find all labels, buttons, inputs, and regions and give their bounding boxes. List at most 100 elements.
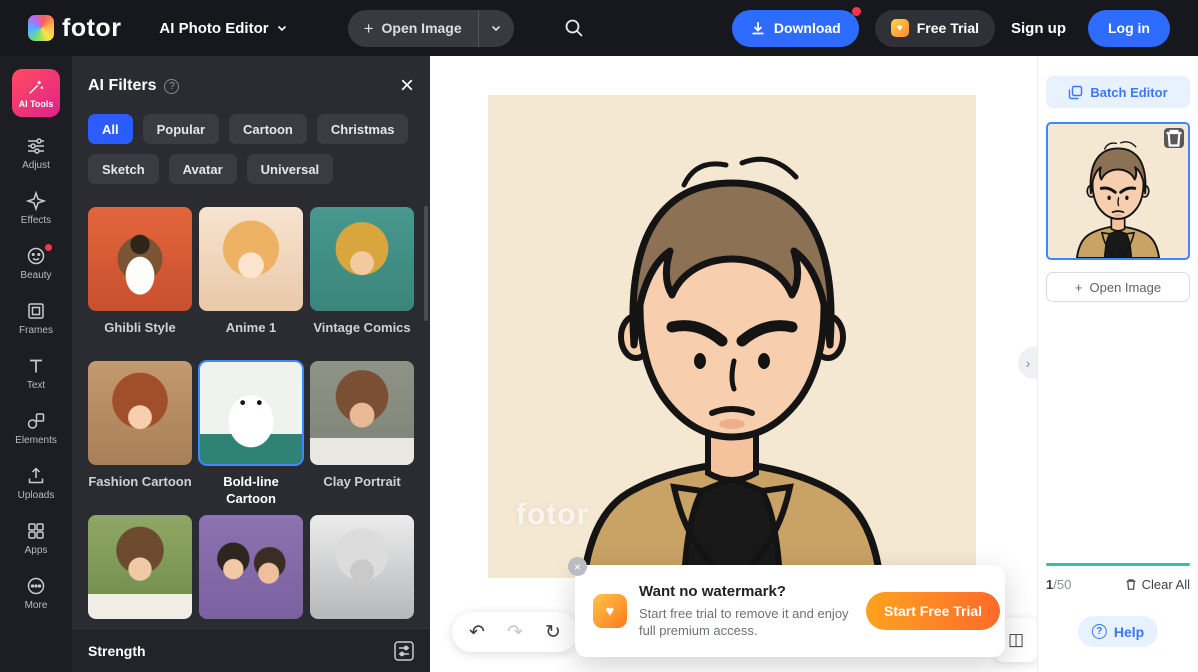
open-image-button[interactable]: + Open Image xyxy=(348,20,478,37)
filter-item-bold-line-cartoon[interactable]: Bold-line Cartoon xyxy=(198,360,304,507)
filter-item-clay-portrait[interactable]: Clay Portrait xyxy=(310,361,414,507)
tab-all[interactable]: All xyxy=(88,114,133,144)
top-bar: fotor AI Photo Editor + Open Image Downl… xyxy=(0,0,1198,56)
tab-universal[interactable]: Universal xyxy=(246,154,334,184)
question-icon: ? xyxy=(1091,624,1107,639)
copy-stack-icon xyxy=(1069,85,1083,99)
filter-label: Anime 1 xyxy=(225,320,277,335)
tab-avatar[interactable]: Avatar xyxy=(168,154,237,184)
tooltip-body: Start free trial to remove it and enjoy … xyxy=(639,606,849,638)
sign-up-link[interactable]: Sign up xyxy=(1011,20,1066,37)
free-trial-button[interactable]: ♥ Free Trial xyxy=(874,9,995,47)
filter-item[interactable] xyxy=(88,515,192,619)
batch-panel: Batch Editor + Open Image 1 /50 Clear Al… xyxy=(1038,56,1198,672)
frame-icon xyxy=(28,303,44,319)
image-count-total: /50 xyxy=(1053,577,1072,592)
batch-progress-bar xyxy=(1046,563,1190,566)
sidebar-item-uploads[interactable]: Uploads xyxy=(4,456,68,511)
fotor-logo[interactable]: fotor xyxy=(28,14,121,43)
top-right-actions: Download ♥ Free Trial Sign up Log in xyxy=(731,6,1170,47)
download-button[interactable]: Download xyxy=(731,6,861,47)
start-free-trial-button[interactable]: Start Free Trial xyxy=(866,592,1001,630)
filter-label: Ghibli Style xyxy=(104,320,176,335)
tab-popular[interactable]: Popular xyxy=(142,114,220,144)
filter-label: Clay Portrait xyxy=(323,474,401,489)
fotor-watermark: fotor xyxy=(516,498,590,531)
magic-wand-icon xyxy=(29,80,44,94)
help-label: Help xyxy=(1113,623,1145,640)
open-image-secondary-button[interactable]: + Open Image xyxy=(1046,272,1190,302)
tooltip-text: Want no watermark? Start free trial to r… xyxy=(639,583,854,639)
sidebar-item-apps[interactable]: Apps xyxy=(4,511,68,566)
tab-christmas[interactable]: Christmas xyxy=(316,114,409,144)
filter-thumbnail xyxy=(88,207,192,311)
help-button[interactable]: ? Help xyxy=(1077,616,1159,647)
sidebar-item-effects[interactable]: Effects xyxy=(4,181,68,236)
image-count-current: 1 xyxy=(1046,577,1054,592)
sidebar-item-elements[interactable]: Elements xyxy=(4,401,68,456)
sidebar-item-frames[interactable]: Frames xyxy=(4,291,68,346)
clear-all-button[interactable]: Clear All xyxy=(1125,577,1190,592)
app-switcher-menu[interactable]: AI Photo Editor xyxy=(159,20,287,37)
upload-icon xyxy=(28,467,44,484)
close-tooltip-icon[interactable]: × xyxy=(568,557,587,576)
sidebar-item-label: Frames xyxy=(19,325,53,336)
filter-item-fashion-cartoon[interactable]: Fashion Cartoon xyxy=(88,361,192,507)
filter-thumbnail xyxy=(310,515,414,619)
batch-editor-button[interactable]: Batch Editor xyxy=(1046,76,1190,108)
tab-sketch[interactable]: Sketch xyxy=(88,154,159,184)
sidebar-item-ai-tools[interactable]: AI Tools xyxy=(4,64,68,122)
batch-editor-label: Batch Editor xyxy=(1090,84,1168,100)
filter-thumbnail xyxy=(310,361,414,465)
download-icon xyxy=(752,22,764,35)
filter-grid: Ghibli Style Anime 1 Vintage Comics Fash… xyxy=(88,207,414,619)
filter-item-anime-1[interactable]: Anime 1 xyxy=(199,207,303,353)
sidebar-item-label: Adjust xyxy=(22,160,50,171)
reset-button[interactable]: ↻ xyxy=(534,612,572,652)
panel-title: AI Filters xyxy=(88,77,157,94)
log-in-button[interactable]: Log in xyxy=(1088,9,1170,47)
redo-button[interactable]: ↷ xyxy=(496,612,534,652)
panel-scrollbar[interactable] xyxy=(424,206,428,321)
filter-item-vintage-comics[interactable]: Vintage Comics xyxy=(310,207,414,353)
filter-item[interactable] xyxy=(199,515,303,619)
strength-sliders-icon[interactable] xyxy=(392,639,416,663)
plus-icon: + xyxy=(363,18,374,38)
tab-cartoon[interactable]: Cartoon xyxy=(229,114,307,144)
batch-meta-row: 1 /50 Clear All xyxy=(1046,577,1190,592)
sidebar-item-adjust[interactable]: Adjust xyxy=(4,126,68,181)
panel-header: AI Filters ? × xyxy=(72,56,430,98)
undo-button[interactable]: ↶ xyxy=(458,612,496,652)
ellipsis-icon xyxy=(27,577,45,595)
sparkle-icon xyxy=(26,191,46,211)
help-question-icon[interactable]: ? xyxy=(164,78,180,94)
edited-image[interactable]: fotor xyxy=(488,95,976,578)
open-image-dropdown-toggle[interactable] xyxy=(477,9,514,47)
filter-thumbnail-selected xyxy=(198,360,304,466)
image-thumbnail-selected[interactable] xyxy=(1046,122,1190,260)
face-icon xyxy=(27,247,45,265)
sidebar-item-text[interactable]: Text xyxy=(4,346,68,401)
collapse-right-panel-handle[interactable]: › xyxy=(1018,347,1038,379)
sidebar-item-label: Effects xyxy=(20,215,52,226)
sidebar-item-label: Uploads xyxy=(17,490,55,501)
history-toolbar: ↶ ↷ ↻ xyxy=(452,612,578,652)
notification-dot xyxy=(851,6,861,16)
sidebar-item-more[interactable]: More xyxy=(4,566,68,621)
search-icon[interactable] xyxy=(562,16,586,40)
fotor-logo-icon xyxy=(28,15,54,41)
sidebar-item-beauty[interactable]: Beauty xyxy=(4,236,68,291)
ai-filters-panel: AI Filters ? × All Popular Cartoon Chris… xyxy=(72,56,430,672)
filter-item-ghibli-style[interactable]: Ghibli Style xyxy=(88,207,192,353)
sidebar-item-label: More xyxy=(24,600,48,611)
free-trial-label: Free Trial xyxy=(916,20,979,36)
chevron-down-icon xyxy=(277,25,286,32)
open-image-split-button[interactable]: + Open Image xyxy=(347,9,514,47)
close-panel-button[interactable]: × xyxy=(400,74,414,98)
filter-item[interactable] xyxy=(310,515,414,619)
plus-icon: + xyxy=(1074,279,1083,295)
delete-image-icon[interactable] xyxy=(1164,128,1184,148)
editor-canvas[interactable]: fotor ↶ ↷ ↻ ◫ × ♥ Want no watermark? Sta… xyxy=(430,56,1038,672)
filter-thumbnail xyxy=(310,207,414,311)
watermark-upsell-tooltip: × ♥ Want no watermark? Start free trial … xyxy=(568,557,1005,657)
